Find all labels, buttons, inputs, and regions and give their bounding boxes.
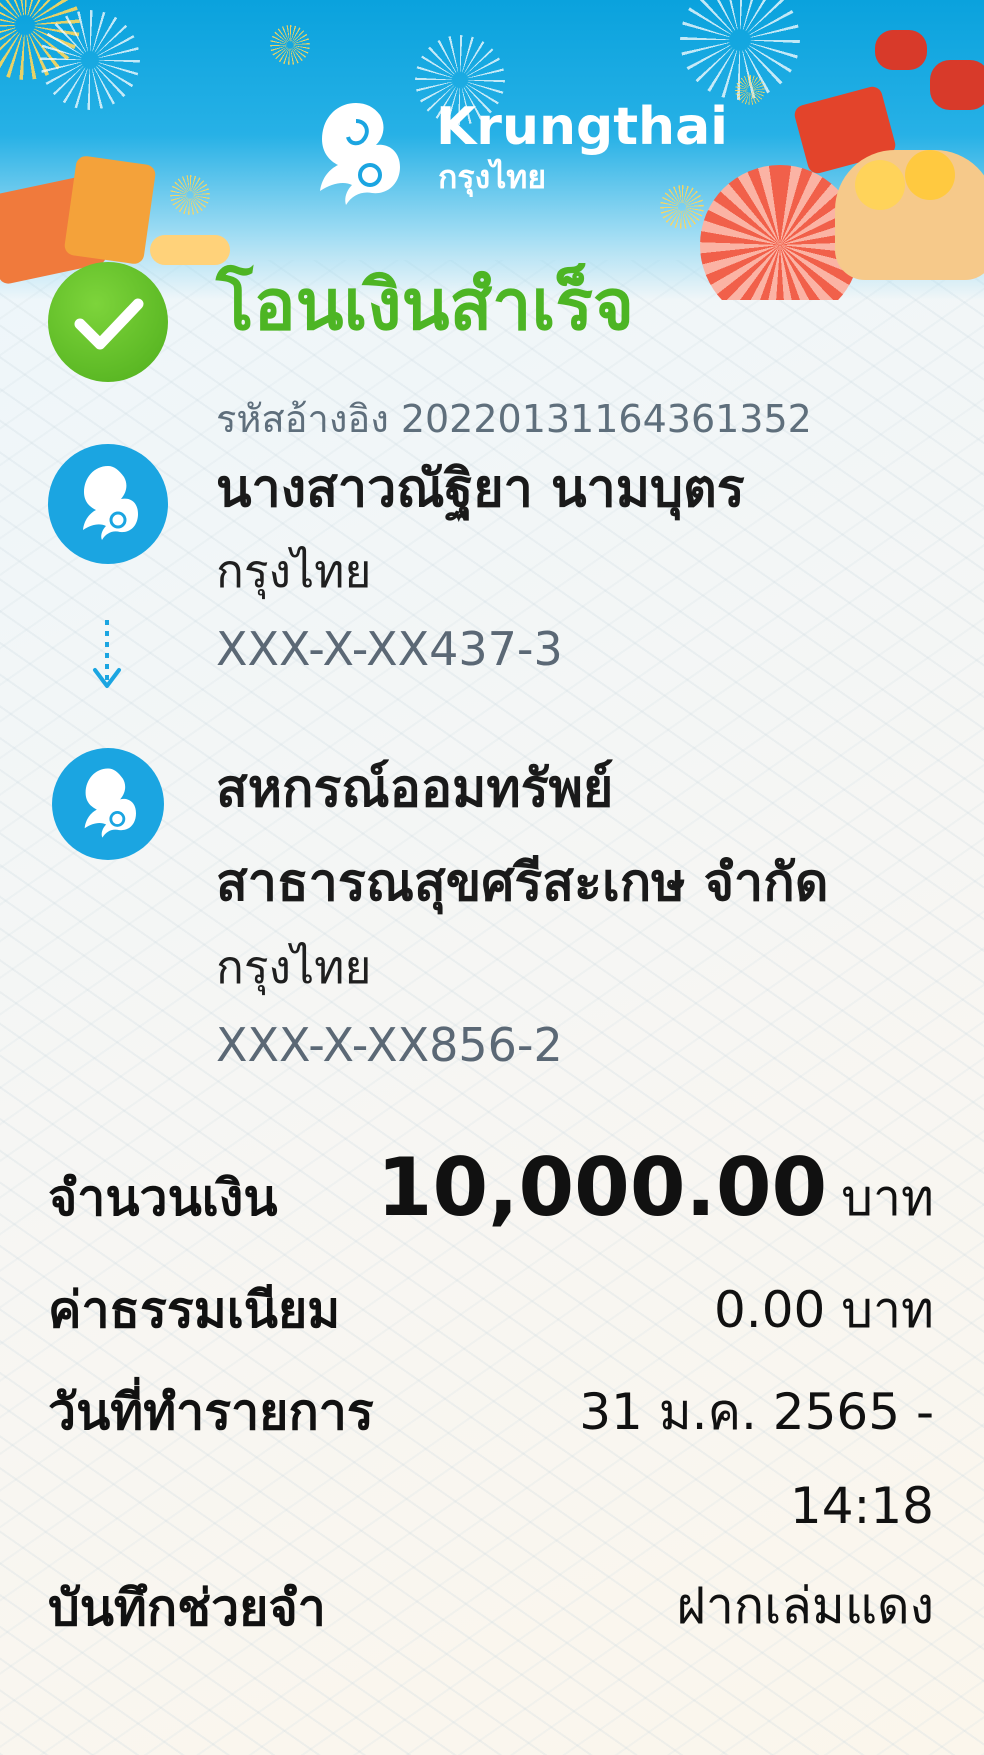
arrow-down-icon	[93, 620, 121, 688]
amount-unit: บาท	[841, 1169, 934, 1227]
receiver-bank-logo-icon	[52, 748, 164, 860]
success-check-icon	[48, 262, 168, 382]
receiver-bank-name: กรุงไทย	[216, 940, 372, 994]
fee-label: ค่าธรรมเนียม	[48, 1281, 341, 1339]
time-value: 14:18	[789, 1477, 934, 1535]
date-label: วันที่ทำรายการ	[48, 1383, 374, 1441]
status-title: โอนเงินสำเร็จ	[216, 264, 635, 346]
receiver-account-number: XXX-X-XX856-2	[216, 1018, 563, 1072]
amount-value: 10,000.00	[376, 1141, 828, 1234]
sender-bank-name: กรุงไทย	[216, 544, 372, 598]
date-value: 31 ม.ค. 2565 -	[579, 1383, 934, 1441]
sender-bank-logo-icon	[48, 444, 168, 564]
transfer-receipt: โอนเงินสำเร็จ รหัสอ้างอิง 20220131164361…	[0, 0, 984, 1755]
fee-value: 0.00 บาท	[714, 1281, 934, 1339]
amount-label: จำนวนเงิน	[48, 1169, 278, 1227]
sender-account-number: XXX-X-XX437-3	[216, 622, 563, 676]
memo-value: ฝากเล่มแดง	[676, 1577, 934, 1635]
sender-name: นางสาวณัฐิยา นามบุตร	[216, 459, 745, 519]
receiver-name-line2: สาธารณสุขศรีสะเกษ จำกัด	[216, 853, 829, 913]
receiver-name-line1: สหกรณ์ออมทรัพย์	[216, 759, 614, 819]
amount-value-row: 10,000.00 บาท	[377, 1140, 934, 1236]
memo-label: บันทึกช่วยจำ	[48, 1579, 326, 1637]
reference-number: รหัสอ้างอิง 2022013116436135​2	[216, 397, 812, 441]
